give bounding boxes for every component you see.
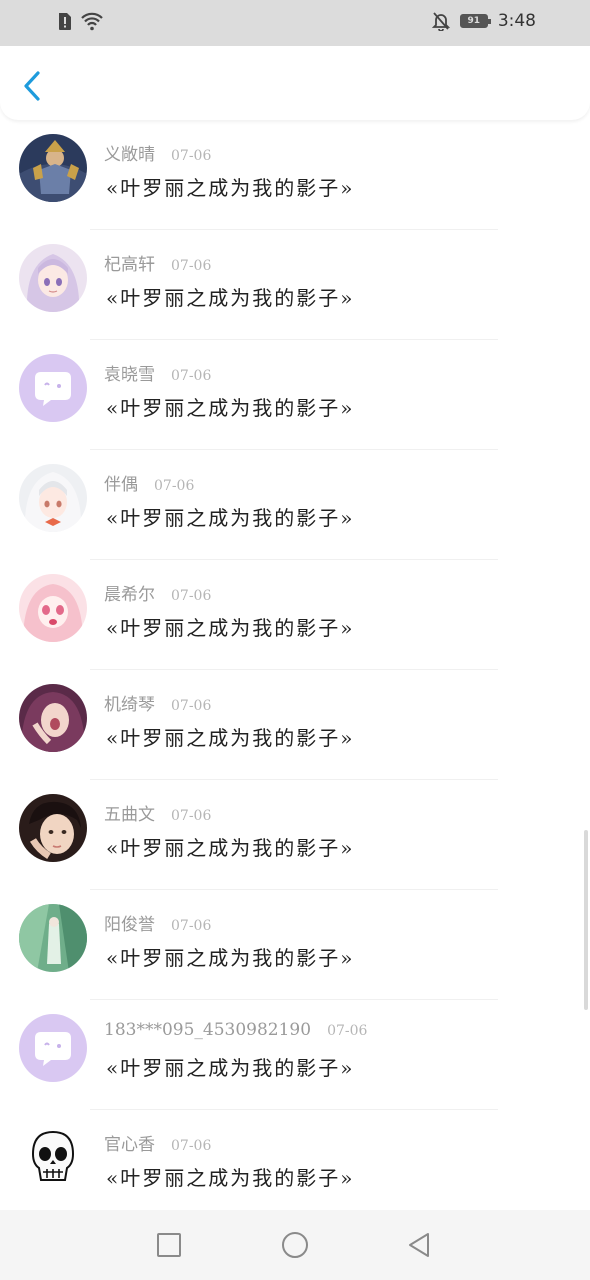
list-item[interactable]: 晨希尔 07-06 «叶罗丽之成为我的影子» (0, 560, 590, 670)
message-text: «叶罗丽之成为我的影子» (106, 396, 355, 420)
message-date: 07-06 (171, 368, 212, 384)
message-text: «叶罗丽之成为我的影子» (106, 836, 355, 860)
sender-name: 杞高轩 (104, 255, 155, 275)
message-meta: 机绮琴 07-06 (104, 690, 211, 715)
message-date: 07-06 (171, 148, 212, 164)
list-item[interactable]: 官心香 07-06 «叶罗丽之成为我的影子» (0, 1110, 590, 1220)
green-fantasy-avatar[interactable] (19, 904, 87, 972)
message-text: «叶罗丽之成为我的影子» (106, 1166, 355, 1190)
message-meta: 阳俊誉 07-06 (104, 910, 211, 935)
home-button[interactable] (280, 1230, 310, 1260)
message-date: 07-06 (171, 808, 212, 824)
circle-home-icon (282, 1232, 308, 1258)
sender-name: 义敞晴 (104, 145, 155, 165)
scrollbar[interactable] (584, 830, 588, 1010)
message-text: «叶罗丽之成为我的影子» (106, 176, 355, 200)
message-meta: 晨希尔 07-06 (104, 580, 211, 605)
status-left-icons (58, 11, 104, 31)
list-item[interactable]: 阳俊誉 07-06 «叶罗丽之成为我的影子» (0, 890, 590, 1000)
status-bar: 91 3:48 (0, 0, 590, 46)
message-meta: 183***095_4530982190 07-06 (104, 1020, 367, 1040)
sender-name: 伴偶 (104, 475, 138, 495)
message-meta: 五曲文 07-06 (104, 800, 211, 825)
nav-back-button[interactable] (404, 1230, 434, 1260)
skull-sketch-avatar[interactable] (19, 1124, 87, 1192)
anime-girl-purple-avatar[interactable] (19, 684, 87, 752)
sender-name: 五曲文 (104, 805, 155, 825)
message-text: «叶罗丽之成为我的影子» (106, 1056, 355, 1080)
message-meta: 伴偶 07-06 (104, 470, 194, 495)
status-time: 3:48 (497, 11, 536, 31)
triangle-back-icon (409, 1233, 429, 1257)
list-item[interactable]: 机绮琴 07-06 «叶罗丽之成为我的影子» (0, 670, 590, 780)
list-item[interactable]: 五曲文 07-06 «叶罗丽之成为我的影子» (0, 780, 590, 890)
message-meta: 义敞晴 07-06 (104, 140, 211, 165)
message-text: «叶罗丽之成为我的影子» (106, 286, 355, 310)
photo-boy-avatar[interactable] (19, 794, 87, 862)
list-item[interactable]: 杞高轩 07-06 «叶罗丽之成为我的影子» (0, 230, 590, 340)
message-meta: 袁晓雪 07-06 (104, 360, 211, 385)
app-header (0, 46, 590, 120)
chevron-left-icon (24, 71, 40, 101)
battery-indicator: 91 (459, 14, 491, 28)
sender-name: 183***095_4530982190 (104, 1020, 312, 1040)
sender-name: 机绮琴 (104, 695, 155, 715)
square-recent-apps-icon (157, 1233, 181, 1257)
message-date: 07-06 (171, 918, 212, 934)
armored-hero-avatar[interactable] (19, 134, 87, 202)
default-chat-bubble-avatar[interactable] (19, 354, 87, 422)
bell-muted-icon (431, 12, 450, 31)
wifi-icon (81, 12, 103, 31)
back-button[interactable] (18, 68, 48, 104)
list-item[interactable]: 183***095_4530982190 07-06 «叶罗丽之成为我的影子» (0, 1000, 590, 1110)
message-date: 07-06 (171, 698, 212, 714)
message-date: 07-06 (171, 1138, 212, 1154)
message-text: «叶罗丽之成为我的影子» (106, 616, 355, 640)
list-item[interactable]: 伴偶 07-06 «叶罗丽之成为我的影子» (0, 450, 590, 560)
message-list: 义敞晴 07-06 «叶罗丽之成为我的影子» 杞高轩 07-06 «叶罗丽之成为我的… (0, 120, 590, 1220)
message-text: «叶罗丽之成为我的影子» (106, 946, 355, 970)
list-item[interactable]: 义敞晴 07-06 «叶罗丽之成为我的影子» (0, 120, 590, 230)
recent-apps-button[interactable] (154, 1230, 184, 1260)
list-item[interactable]: 袁晓雪 07-06 «叶罗丽之成为我的影子» (0, 340, 590, 450)
message-date: 07-06 (327, 1023, 368, 1039)
anime-girl-lilac-hair-avatar[interactable] (19, 244, 87, 312)
anime-girl-white-hair-avatar[interactable] (19, 464, 87, 532)
message-date: 07-06 (171, 588, 212, 604)
sim-alert-icon (59, 13, 71, 30)
status-right-icons: 91 3:48 (431, 11, 536, 31)
anime-girl-pink-avatar[interactable] (19, 574, 87, 642)
message-date: 07-06 (154, 478, 195, 494)
message-date: 07-06 (171, 258, 212, 274)
message-text: «叶罗丽之成为我的影子» (106, 726, 355, 750)
message-text: «叶罗丽之成为我的影子» (106, 506, 355, 530)
default-chat-bubble-avatar[interactable] (19, 1014, 87, 1082)
sender-name: 袁晓雪 (104, 365, 155, 385)
sender-name: 晨希尔 (104, 585, 155, 605)
system-nav-bar (0, 1210, 590, 1280)
sender-name: 阳俊誉 (104, 915, 155, 935)
message-meta: 官心香 07-06 (104, 1130, 211, 1155)
sender-name: 官心香 (104, 1135, 155, 1155)
message-meta: 杞高轩 07-06 (104, 250, 211, 275)
